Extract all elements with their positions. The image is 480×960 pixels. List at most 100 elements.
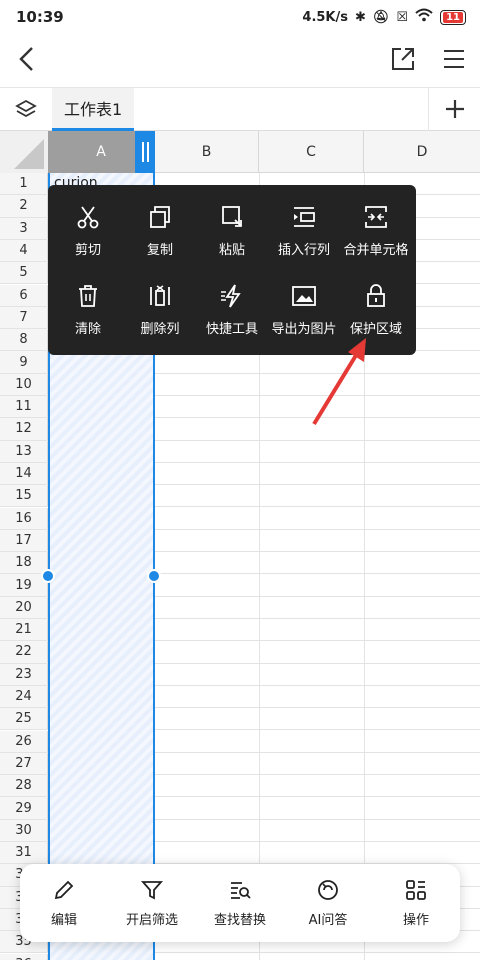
row-number[interactable]: 22 xyxy=(0,641,48,663)
find-replace-icon xyxy=(231,882,251,899)
column-resize-handle[interactable] xyxy=(135,131,155,173)
filter-icon xyxy=(141,881,163,900)
toolbar-label: 查找替换 xyxy=(213,913,266,928)
toolbar-label: AI问答 xyxy=(308,913,348,928)
menu-label: 复制 xyxy=(146,242,173,258)
wifi-icon xyxy=(415,8,433,26)
menu-item-insert[interactable]: 插入行列 xyxy=(268,191,340,270)
row-number[interactable]: 9 xyxy=(0,351,48,373)
row-number[interactable]: 28 xyxy=(0,775,48,797)
row-number[interactable]: 1 xyxy=(0,173,48,195)
layers-icon[interactable] xyxy=(0,88,52,131)
menu-label: 合并单元格 xyxy=(343,242,409,258)
menu-item-copy[interactable]: 复制 xyxy=(124,191,196,270)
row-number[interactable]: 21 xyxy=(0,619,48,641)
row-number[interactable]: 36 xyxy=(0,953,48,960)
battery-icon: 11 xyxy=(440,9,466,25)
toolbar-label: 开启筛选 xyxy=(125,913,178,928)
insert-row-icon xyxy=(294,206,315,227)
scissors-icon xyxy=(77,205,99,228)
hamburger-icon[interactable] xyxy=(442,48,466,74)
row-number[interactable]: 2 xyxy=(0,195,48,217)
row-number[interactable]: 29 xyxy=(0,797,48,819)
merge-cells-icon xyxy=(365,205,387,228)
toolbar-edit-button[interactable]: 编辑 xyxy=(24,878,104,928)
row-number[interactable]: 31 xyxy=(0,842,48,864)
row-number[interactable]: 13 xyxy=(0,440,48,462)
lightning-icon xyxy=(221,284,241,308)
row-number[interactable]: 17 xyxy=(0,529,48,552)
row-number[interactable]: 23 xyxy=(0,663,48,685)
row-number[interactable]: 25 xyxy=(0,708,48,730)
toolbar-ai-button[interactable]: AI问答 xyxy=(288,878,368,928)
delete-column-icon xyxy=(150,284,170,306)
image-icon xyxy=(292,285,316,306)
row-number[interactable]: 27 xyxy=(0,752,48,775)
sim-off-icon: ☒ xyxy=(396,9,409,25)
menu-item-quick-tools[interactable]: 快捷工具 xyxy=(196,270,268,349)
plus-icon[interactable] xyxy=(428,87,480,131)
menu-label: 粘贴 xyxy=(218,242,245,258)
row-number[interactable]: 18 xyxy=(0,552,48,574)
sheet-tab-1[interactable]: 工作表1 xyxy=(52,87,135,131)
menu-item-paste[interactable]: 粘贴 xyxy=(196,191,268,270)
toolbar-label: 操作 xyxy=(402,913,429,928)
annotation-arrow xyxy=(312,338,366,426)
toolbar-actions-button[interactable]: 操作 xyxy=(376,878,456,928)
row-number[interactable]: 8 xyxy=(0,329,48,351)
column-header-row: A B C D xyxy=(0,131,480,173)
row-number[interactable]: 12 xyxy=(0,418,48,440)
row-number[interactable]: 16 xyxy=(0,507,48,529)
row-number[interactable]: 10 xyxy=(0,373,48,395)
row-number[interactable]: 4 xyxy=(0,239,48,262)
menu-item-cut[interactable]: 剪切 xyxy=(52,191,124,270)
status-time: 10:39 xyxy=(16,8,64,26)
ai-icon xyxy=(318,880,338,900)
status-icons: 4.5K/s ✱ 🔕︎ ☒ 11 xyxy=(302,8,466,26)
lock-icon xyxy=(367,283,385,307)
column-header-b[interactable]: B xyxy=(155,131,259,173)
toolbar-label: 编辑 xyxy=(50,913,77,928)
app-header xyxy=(0,34,480,88)
row-number[interactable]: 15 xyxy=(0,485,48,507)
selection-handle-right[interactable] xyxy=(147,569,161,583)
status-bar: 10:39 4.5K/s ✱ 🔕︎ ☒ 11 xyxy=(0,0,480,34)
menu-item-clear[interactable]: 清除 xyxy=(52,270,124,349)
copy-icon xyxy=(150,205,170,228)
column-header-c[interactable]: C xyxy=(259,131,364,173)
sheet-tabs-bar: 工作表1 xyxy=(0,87,480,131)
row-number[interactable]: 3 xyxy=(0,217,48,239)
mute-bell-icon: 🔕︎ xyxy=(372,9,390,25)
row-number[interactable]: 11 xyxy=(0,396,48,418)
bottom-toolbar: 编辑 开启筛选 查找替换 AI问答 操作 xyxy=(20,864,460,942)
net-speed: 4.5K/s xyxy=(302,9,348,25)
open-external-icon[interactable] xyxy=(390,46,416,76)
paste-icon xyxy=(222,205,242,227)
column-header-d[interactable]: D xyxy=(364,131,480,173)
row-number[interactable]: 30 xyxy=(0,819,48,841)
menu-label: 清除 xyxy=(74,321,101,337)
chevron-left-icon[interactable] xyxy=(14,45,40,77)
selection-handle-left[interactable] xyxy=(41,569,55,583)
menu-label: 删除列 xyxy=(140,321,180,337)
battery-level: 11 xyxy=(443,11,463,23)
pencil-icon xyxy=(54,880,74,900)
row-number[interactable]: 6 xyxy=(0,284,48,306)
trash-icon xyxy=(79,284,97,307)
menu-label: 快捷工具 xyxy=(205,321,258,337)
toolbar-find-replace-button[interactable]: 查找替换 xyxy=(200,878,280,928)
select-all-corner[interactable] xyxy=(0,131,48,173)
row-number[interactable]: 5 xyxy=(0,262,48,284)
row-number[interactable]: 20 xyxy=(0,596,48,618)
row-number[interactable]: 14 xyxy=(0,462,48,485)
row-number[interactable]: 24 xyxy=(0,685,48,708)
menu-item-delete-column[interactable]: 删除列 xyxy=(124,270,196,349)
menu-label: 剪切 xyxy=(74,242,101,258)
menu-item-merge[interactable]: 合并单元格 xyxy=(340,191,412,270)
bluetooth-icon: ✱ xyxy=(355,9,366,25)
grid-icon xyxy=(406,880,426,900)
row-number[interactable]: 7 xyxy=(0,306,48,329)
row-number[interactable]: 26 xyxy=(0,730,48,752)
menu-label: 插入行列 xyxy=(277,242,330,258)
toolbar-filter-button[interactable]: 开启筛选 xyxy=(112,878,192,928)
